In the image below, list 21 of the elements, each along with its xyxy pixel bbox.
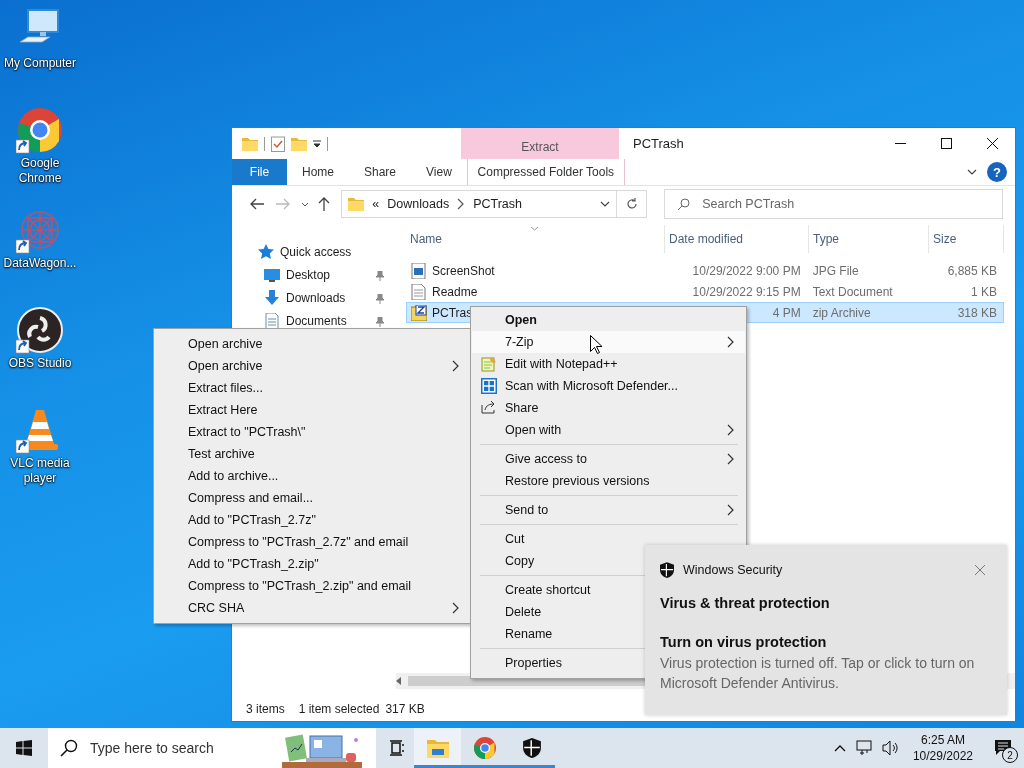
context-tab-header: Extract [461, 128, 619, 159]
date-cell-text: 10/29/2022 9:15 PM [691, 284, 802, 299]
date-cell-text: 10/29/2022 9:00 PM [691, 263, 802, 278]
file-name: ScreenShot [432, 263, 495, 278]
window-title: PCTrash [633, 136, 685, 151]
search-placeholder: Search PCTrash [702, 197, 795, 211]
file-name: Readme [432, 284, 478, 299]
size-cell-text: 318 KB [956, 305, 998, 320]
notification-app-name: Windows Security [683, 563, 783, 577]
selection-size: 317 KB [385, 702, 425, 716]
notification-title: Virus & threat protection [660, 595, 831, 611]
selection-status: 1 item selected [298, 702, 380, 716]
search-placeholder: Type here to search [90, 740, 214, 756]
size-cell-text: 1 KB [970, 284, 998, 299]
size-cell-text: 6,885 KB [946, 263, 998, 278]
type-cell-text: JPG File [811, 263, 860, 278]
item-count: 3 items [246, 702, 285, 716]
type-cell-text: Text Document [811, 284, 894, 299]
date-cell-text: 4 PM [771, 305, 802, 320]
notification-count: 2 [1002, 747, 1018, 763]
type-cell-text: zip Archive [811, 305, 872, 320]
